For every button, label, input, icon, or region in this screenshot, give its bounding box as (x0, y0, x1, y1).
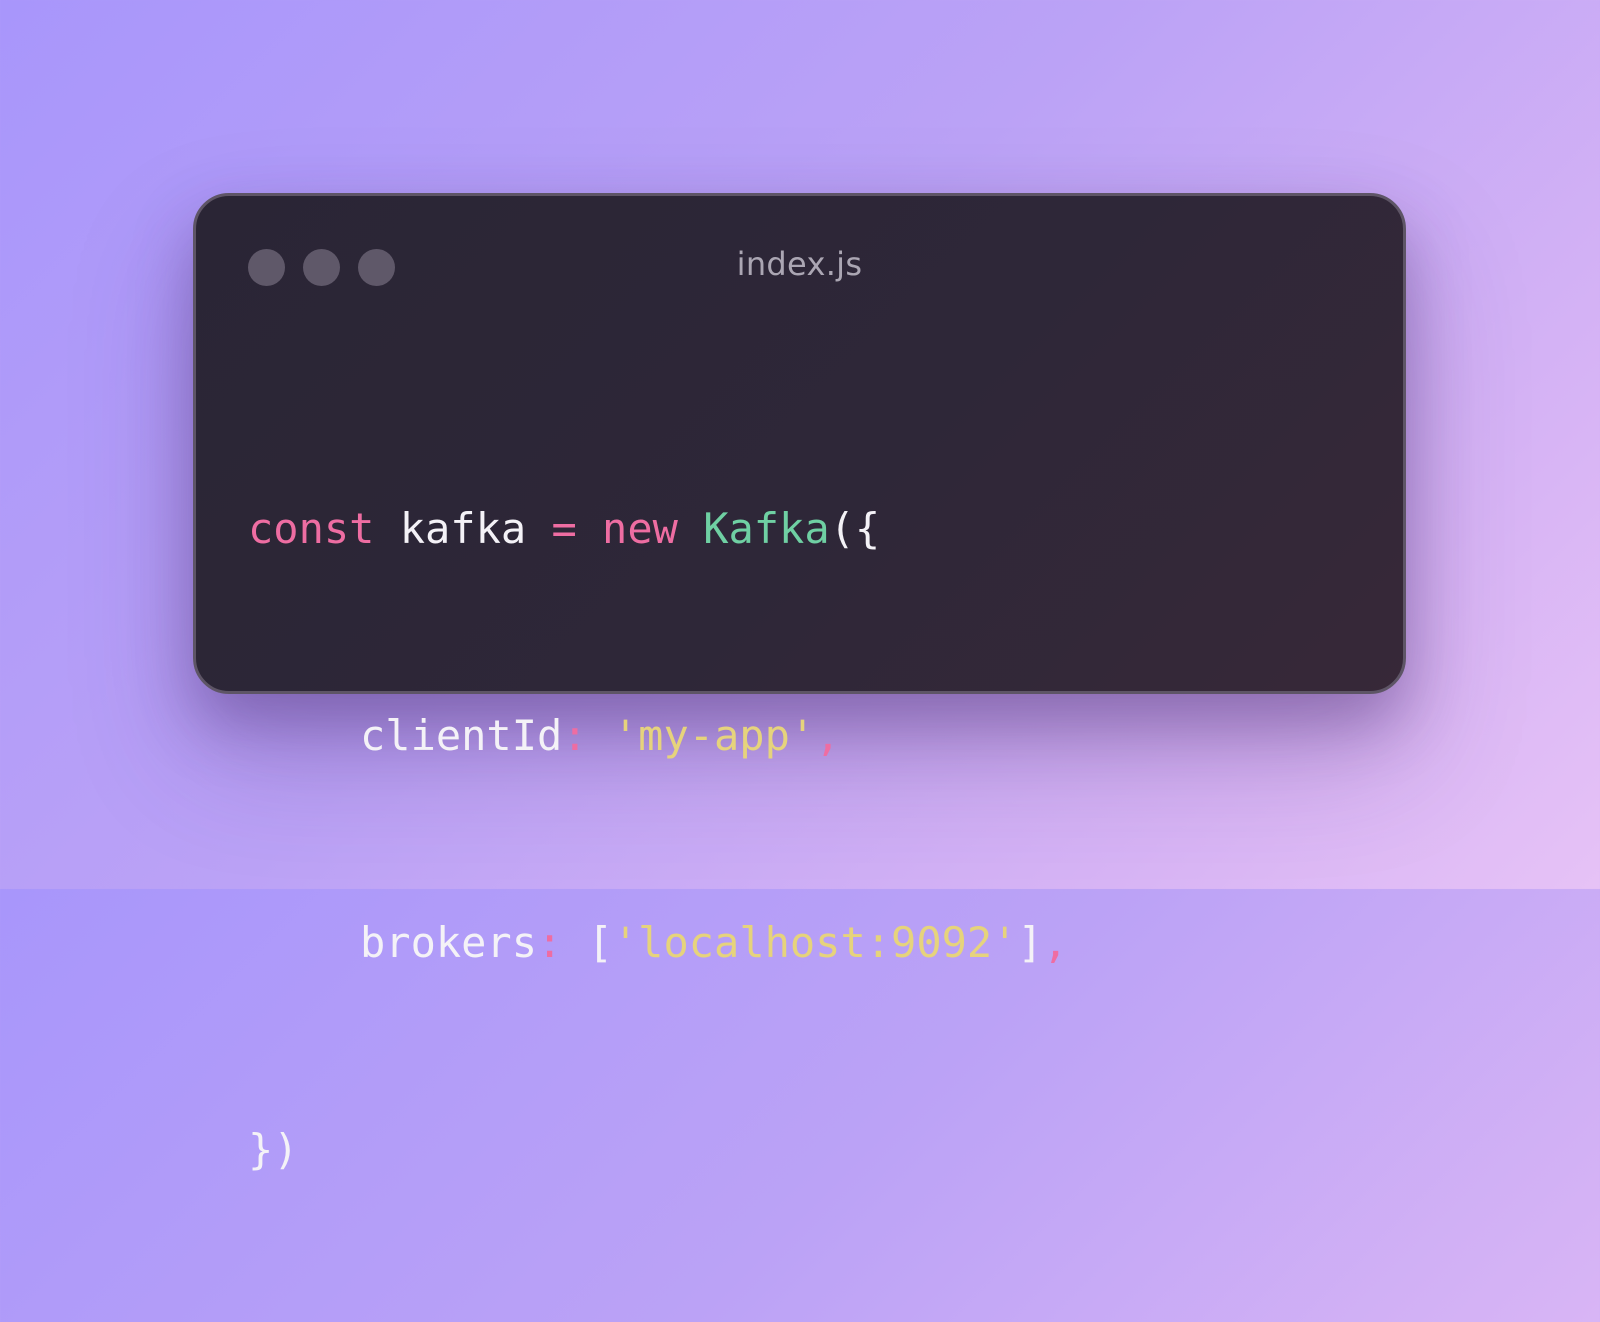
operator-equals: = (551, 504, 577, 553)
property-key: clientId (360, 711, 563, 760)
close-brace: }) (248, 1125, 299, 1174)
string-value: 'localhost:9092' (612, 918, 1018, 967)
code-block: const kafka = new Kafka({ clientId: 'my-… (248, 356, 1068, 1322)
keyword-new: new (576, 504, 704, 553)
close-bracket: ] (1017, 918, 1043, 967)
code-line-3: brokers: ['localhost:9092'], (248, 908, 1068, 977)
class-name: Kafka (703, 504, 830, 553)
variable-name: kafka (374, 504, 552, 553)
open-brace: ({ (829, 504, 881, 553)
string-value: 'my-app' (587, 711, 816, 760)
comma: , (1042, 918, 1069, 967)
keyword-const: const (248, 504, 375, 553)
window-title: index.js (736, 245, 863, 283)
code-line-2: clientId: 'my-app', (248, 701, 1068, 770)
code-line-4: }) (248, 1115, 1068, 1184)
code-line-1: const kafka = new Kafka({ (248, 494, 1068, 563)
property-key: brokers (360, 918, 538, 967)
open-bracket: [ (562, 918, 613, 967)
code-window: index.js const kafka = new Kafka({ clien… (193, 193, 1406, 1174)
colon: : (537, 918, 563, 967)
comma: , (815, 711, 841, 760)
colon: : (562, 711, 588, 760)
